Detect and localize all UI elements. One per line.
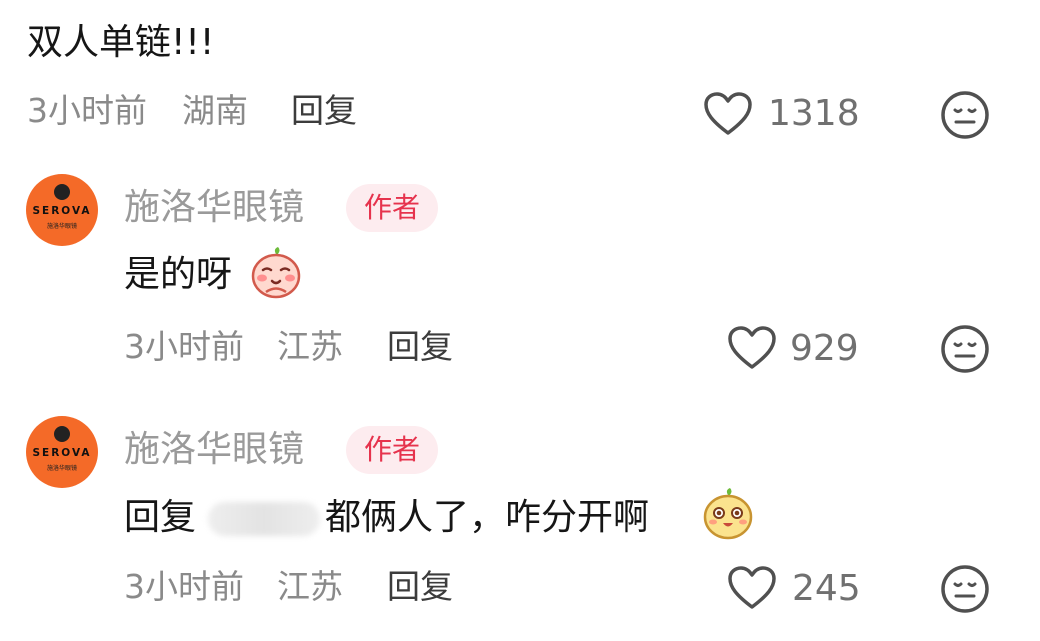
author-badge: 作者	[346, 426, 439, 474]
author-badge: 作者	[346, 184, 439, 232]
meh-face-icon	[941, 325, 989, 373]
avatar-subtext: 施洛华眼镜	[46, 465, 77, 472]
serova-logo-icon	[54, 184, 70, 200]
dislike-button[interactable]	[940, 90, 990, 140]
avatar[interactable]: SEROVA 施洛华眼镜	[26, 416, 98, 488]
reply-text: 是的呀	[124, 254, 233, 295]
reply-prefix: 回复	[124, 497, 197, 538]
like-count: 1318	[768, 93, 860, 134]
avatar[interactable]: SEROVA 施洛华眼镜	[26, 174, 98, 246]
avatar-brand: SEROVA	[32, 447, 92, 459]
like-button[interactable]	[726, 324, 778, 372]
comment-text: 双人单链!!!	[27, 22, 215, 63]
like-button[interactable]	[726, 564, 778, 612]
like-button[interactable]	[702, 90, 754, 138]
meh-face-icon	[941, 565, 989, 613]
avatar-subtext: 施洛华眼镜	[46, 223, 77, 230]
meh-face-icon	[941, 91, 989, 139]
reply-text: 都俩人了，咋分开啊	[325, 497, 650, 538]
dislike-button[interactable]	[940, 324, 990, 374]
reply-button[interactable]: 回复	[387, 330, 453, 363]
comment-time: 3小时前	[27, 91, 147, 130]
comment-location: 湖南	[182, 91, 248, 130]
heart-outline-icon	[728, 566, 776, 609]
comment-location: 江苏	[277, 567, 343, 606]
like-count: 929	[790, 328, 859, 369]
comment-time: 3小时前	[124, 567, 244, 606]
like-count: 245	[792, 568, 861, 609]
comment-location: 江苏	[277, 327, 343, 366]
heart-outline-icon	[728, 326, 776, 369]
serova-logo-icon	[54, 426, 70, 442]
blurred-username[interactable]	[208, 502, 320, 536]
reply-button[interactable]: 回复	[291, 94, 357, 127]
comment-time: 3小时前	[124, 327, 244, 366]
author-name[interactable]: 施洛华眼镜	[124, 432, 304, 468]
author-name[interactable]: 施洛华眼镜	[124, 190, 304, 226]
dislike-button[interactable]	[940, 564, 990, 614]
avatar-brand: SEROVA	[32, 205, 92, 217]
surprised-bean-emoji	[700, 486, 756, 546]
heart-outline-icon	[704, 92, 752, 135]
happy-bean-emoji	[248, 245, 304, 305]
reply-button[interactable]: 回复	[387, 570, 453, 603]
